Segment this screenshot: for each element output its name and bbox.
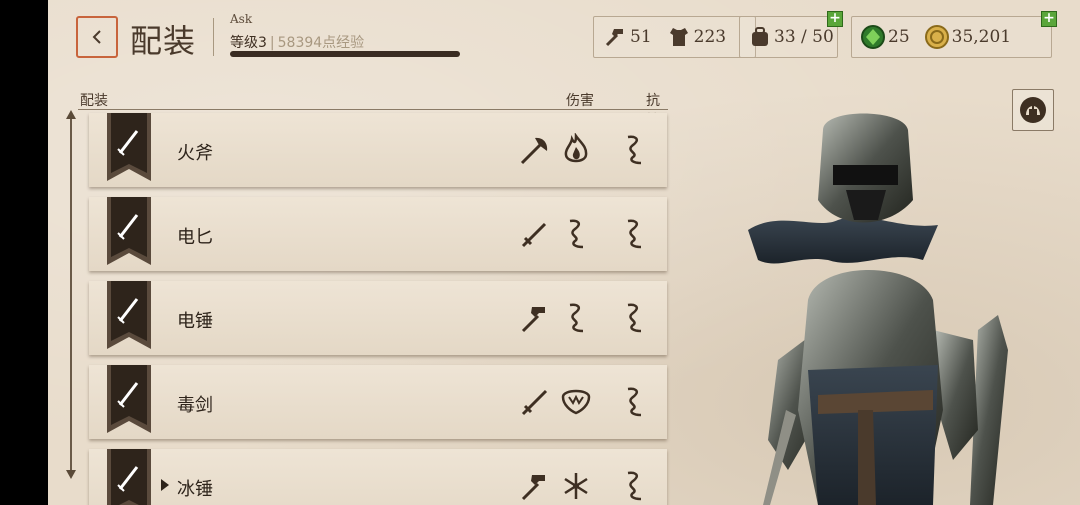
add-currency-button[interactable]: + [1041, 11, 1057, 27]
materials-b-value: 223 [693, 27, 727, 47]
hammer-icon [602, 24, 628, 50]
shock-icon [627, 303, 642, 333]
hammer-icon [521, 475, 545, 501]
loadout-row[interactable]: 电锤 [89, 281, 667, 355]
bag-icon [748, 24, 772, 50]
fire-icon [564, 133, 588, 163]
knight-character-preview[interactable] [708, 110, 1028, 505]
shock-icon [569, 219, 584, 249]
xp-progress-fill [230, 51, 460, 57]
loadout-row[interactable]: 火斧 [89, 113, 667, 187]
level-row: 等级3 | 58394点经验 [230, 32, 364, 52]
toggle-helmet-button[interactable] [1012, 89, 1054, 131]
gold-value: 35,201 [951, 27, 1012, 47]
selected-indicator-icon [161, 479, 169, 491]
armor-icon [666, 24, 692, 50]
poison-icon [561, 389, 591, 415]
inventory-counter[interactable]: 33 / 50 + [739, 11, 843, 58]
currency-counter[interactable]: 25 35,201 + [851, 11, 1057, 58]
loadout-name: 电匕 [177, 227, 213, 248]
sword-banner-icon [107, 449, 151, 505]
sword-banner-icon [107, 197, 151, 265]
player-name: Ask [230, 12, 253, 26]
sword-icon [521, 389, 548, 416]
loadout-list-header: 配装 伤害 抗性 [78, 84, 668, 129]
gold-coin-icon [924, 24, 950, 50]
shock-icon [627, 387, 642, 417]
column-header-damage: 伤害 [566, 93, 594, 109]
header: 配装 Ask 等级3 | 58394点经验 51 223 33 / 50 + 2… [48, 0, 1080, 70]
loadout-row[interactable]: 电匕 [89, 197, 667, 271]
add-inventory-button[interactable]: + [827, 11, 843, 27]
materials-a-value: 51 [630, 27, 652, 47]
scroll-up-arrow[interactable] [66, 110, 76, 119]
sword-banner-icon [107, 365, 151, 433]
xp-progress-bar [230, 51, 460, 57]
shock-icon [627, 219, 642, 249]
sword-banner-icon [107, 281, 151, 349]
title-divider [213, 18, 214, 56]
axe-icon [520, 137, 548, 165]
loadout-screen: 配装 Ask 等级3 | 58394点经验 51 223 33 / 50 + 2… [48, 0, 1080, 505]
helmet-icon [1020, 97, 1046, 123]
level-separator: | [269, 35, 275, 51]
shock-icon [569, 303, 584, 333]
gem-icon [860, 24, 886, 50]
gems-value: 25 [888, 27, 910, 47]
dagger-icon [521, 222, 547, 248]
materials-counter[interactable]: 51 223 [593, 16, 756, 58]
page-title: 配装 [130, 22, 197, 60]
xp-label: 58394点经验 [277, 35, 365, 51]
shock-icon [627, 135, 642, 165]
hammer-icon [521, 307, 545, 333]
shock-icon [627, 471, 642, 501]
loadout-name: 冰锤 [177, 479, 213, 500]
scrollbar-track[interactable] [70, 116, 72, 476]
level-label: 等级3 [230, 35, 267, 51]
chevron-left-icon [92, 30, 101, 44]
column-header-loadout: 配装 [80, 93, 108, 109]
loadout-name: 毒剑 [177, 395, 213, 416]
inventory-value: 33 / 50 [774, 27, 834, 47]
loadout-row-selected[interactable]: 冰锤 [89, 449, 667, 505]
loadout-name: 火斧 [177, 143, 213, 164]
scroll-down-arrow[interactable] [66, 470, 76, 479]
back-button[interactable] [76, 16, 118, 58]
loadout-row[interactable]: 毒剑 [89, 365, 667, 439]
frost-icon [564, 473, 588, 499]
loadout-name: 电锤 [177, 311, 213, 332]
sword-banner-icon [107, 113, 151, 181]
